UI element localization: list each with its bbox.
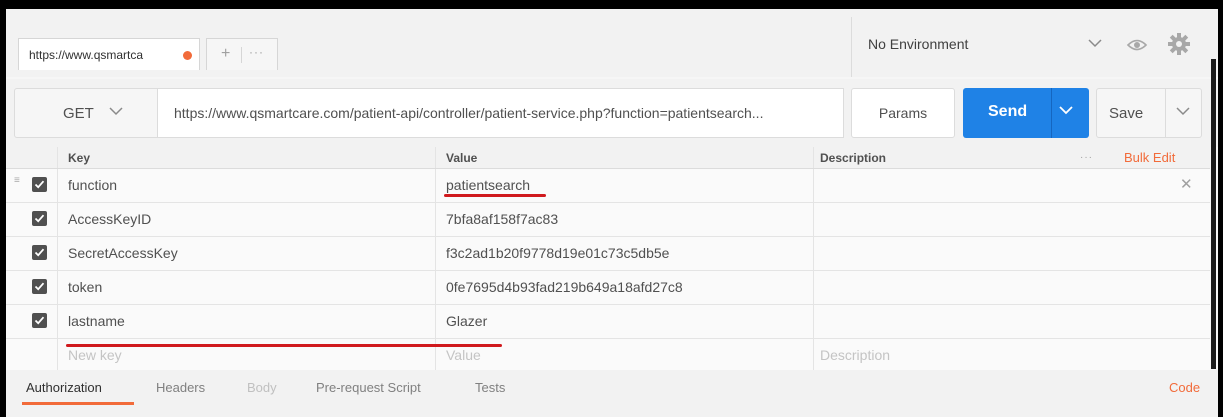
new-description-input[interactable]: Description [814, 339, 1210, 372]
header-key-label: Key [68, 151, 91, 165]
value-text: 0fe7695d4b93fad219b649a18afd27c8 [446, 279, 683, 295]
key-text: lastname [68, 313, 125, 329]
description-cell[interactable] [814, 203, 1210, 236]
tab-authorization[interactable]: Authorization [26, 380, 102, 395]
params-label: Params [878, 105, 928, 121]
value-text: Glazer [446, 313, 488, 329]
tab-pre-request-script[interactable]: Pre-request Script [316, 380, 421, 395]
header-check-cell [6, 147, 58, 168]
tab-headers[interactable]: Headers [156, 380, 205, 395]
tab-title: https://www.qsmartca [29, 48, 144, 62]
value-cell[interactable]: 7bfa8af158f7ac83 [436, 203, 814, 236]
table-row: token 0fe7695d4b93fad219b649a18afd27c8 [6, 271, 1210, 305]
url-input[interactable]: https://www.qsmartcare.com/patient-api/c… [158, 88, 844, 138]
value-cell[interactable]: Glazer [436, 305, 814, 338]
key-text: token [68, 279, 103, 295]
new-key-placeholder: New key [68, 347, 122, 363]
row-checkbox[interactable] [32, 211, 47, 226]
top-bar: https://www.qsmartca + ··· No Environmen… [6, 9, 1218, 77]
table-header-row: Key Value Description ··· Bulk Edit [6, 147, 1210, 169]
gear-icon[interactable] [1164, 29, 1194, 59]
tab-body[interactable]: Body [247, 380, 277, 395]
divider [851, 17, 852, 77]
new-description-placeholder: Description [820, 347, 891, 363]
environment-label: No Environment [868, 36, 969, 52]
table-row: ≡ function patientsearch ✕ [6, 169, 1210, 203]
params-button[interactable]: Params [851, 88, 955, 138]
key-cell[interactable]: SecretAccessKey [58, 237, 436, 270]
key-text: SecretAccessKey [68, 245, 178, 261]
chevron-down-icon [1088, 37, 1102, 51]
row-checkbox[interactable] [32, 313, 47, 328]
key-text: AccessKeyID [68, 211, 152, 227]
check-cell [6, 305, 58, 338]
more-options-icon[interactable]: ··· [1080, 152, 1093, 163]
description-cell[interactable] [814, 271, 1210, 304]
value-cell[interactable]: f3c2ad1b20f9778d19e01c73c5db5e [436, 237, 814, 270]
key-text: function [68, 177, 118, 193]
table-row: SecretAccessKey f3c2ad1b20f9778d19e01c73… [6, 237, 1210, 271]
method-select[interactable]: GET [14, 88, 158, 138]
description-cell[interactable] [814, 169, 1210, 202]
unsaved-dot-icon [183, 51, 192, 60]
request-bar: GET https://www.qsmartcare.com/patient-a… [6, 79, 1218, 147]
key-cell[interactable]: function [58, 169, 436, 202]
annotation-underline [66, 344, 502, 347]
chevron-down-icon [109, 105, 123, 119]
header-key: Key [58, 147, 436, 168]
key-cell[interactable]: lastname [58, 305, 436, 338]
drag-handle-icon[interactable]: ≡ [14, 176, 20, 186]
row-checkbox[interactable] [32, 279, 47, 294]
tab-actions-divider [241, 47, 242, 63]
value-text: 7bfa8af158f7ac83 [446, 211, 559, 227]
value-cell[interactable]: patientsearch [436, 169, 814, 202]
row-checkbox[interactable] [32, 245, 47, 260]
save-button[interactable]: Save [1096, 88, 1202, 138]
save-divider [1165, 89, 1166, 137]
check-cell [6, 271, 58, 304]
row-checkbox[interactable] [32, 177, 47, 192]
value-text: patientsearch [446, 177, 531, 193]
header-value-label: Value [446, 151, 478, 165]
annotation-underline [444, 194, 546, 197]
code-link[interactable]: Code [1169, 380, 1200, 395]
key-cell[interactable]: token [58, 271, 436, 304]
active-tab-indicator [22, 402, 134, 405]
eye-icon[interactable] [1122, 31, 1152, 59]
header-value: Value [436, 147, 814, 168]
key-cell[interactable]: AccessKeyID [58, 203, 436, 236]
new-tab-plus-icon[interactable]: + [221, 45, 230, 63]
table-row: lastname Glazer [6, 305, 1210, 339]
table-row: AccessKeyID 7bfa8af158f7ac83 [6, 203, 1210, 237]
environment-select[interactable]: No Environment [868, 31, 1108, 59]
new-value-placeholder: Value [446, 347, 481, 363]
url-text: https://www.qsmartcare.com/patient-api/c… [174, 105, 764, 121]
request-tab[interactable]: https://www.qsmartca [18, 38, 200, 70]
header-description-label: Description [820, 151, 887, 165]
bulk-edit-link[interactable]: Bulk Edit [1124, 150, 1175, 165]
tab-more-icon[interactable]: ··· [249, 45, 264, 59]
postman-window: https://www.qsmartca + ··· No Environmen… [6, 9, 1218, 417]
method-label: GET [63, 105, 94, 122]
bottom-tab-bar: Authorization Headers Body Pre-request S… [6, 370, 1218, 417]
check-cell: ≡ [6, 169, 58, 202]
check-cell [6, 203, 58, 236]
tab-actions: + ··· [206, 38, 278, 70]
value-cell[interactable]: 0fe7695d4b93fad219b649a18afd27c8 [436, 271, 814, 304]
delete-row-icon[interactable]: ✕ [1180, 175, 1193, 193]
send-button[interactable]: Send [963, 88, 1089, 138]
send-divider [1051, 88, 1052, 138]
save-label: Save [1109, 105, 1144, 122]
description-cell[interactable] [814, 237, 1210, 270]
description-cell[interactable] [814, 305, 1210, 338]
check-cell [6, 237, 58, 270]
send-options-chevron-icon[interactable] [1059, 104, 1073, 118]
scrollbar[interactable] [1211, 59, 1216, 369]
tab-tests[interactable]: Tests [475, 380, 505, 395]
check-cell [6, 339, 58, 372]
send-label: Send [988, 103, 1028, 120]
params-table: Key Value Description ··· Bulk Edit ≡ fu… [6, 147, 1210, 373]
value-text: f3c2ad1b20f9778d19e01c73c5db5e [446, 245, 670, 261]
save-options-chevron-icon[interactable] [1176, 105, 1190, 119]
